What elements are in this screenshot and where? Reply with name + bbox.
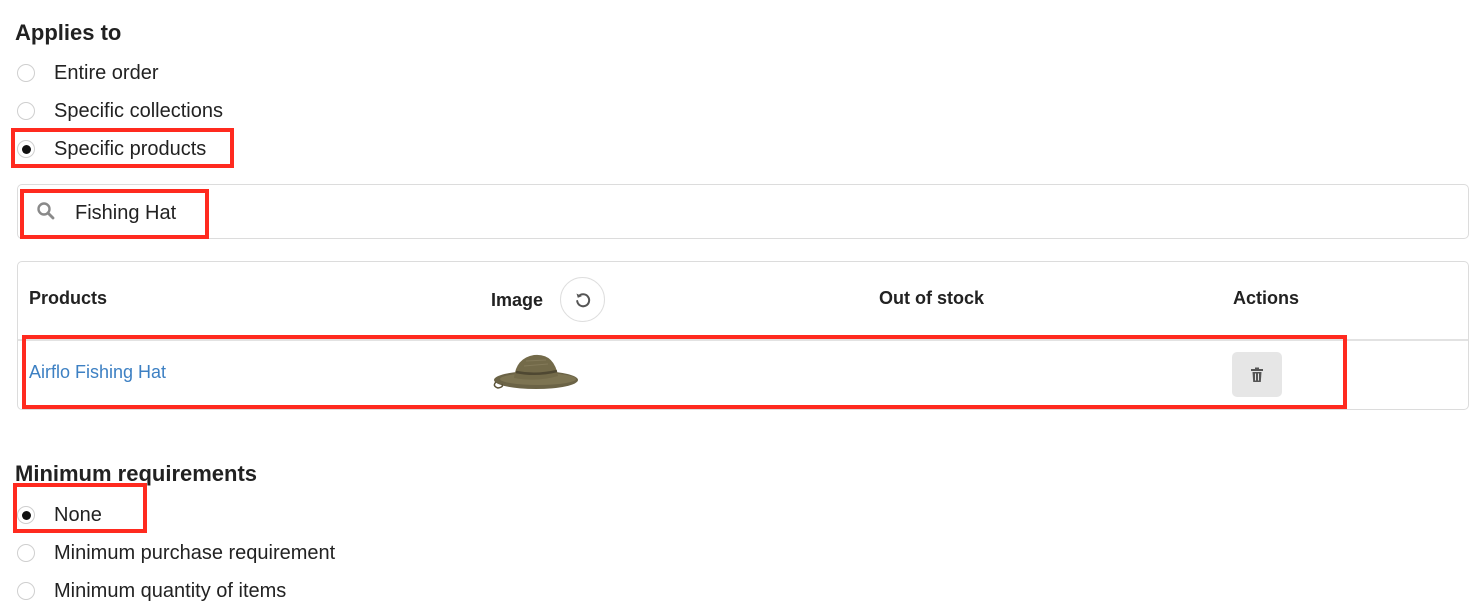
radio-specific-collections[interactable]: Specific collections (17, 98, 223, 124)
radio-label: Entire order (54, 61, 159, 84)
fishing-hat-thumbnail (493, 354, 578, 389)
column-header-image: Image (491, 290, 544, 310)
product-link[interactable]: Airflo Fishing Hat (29, 362, 166, 383)
delete-product-button[interactable] (1232, 352, 1282, 397)
column-header-products: Products (29, 288, 108, 308)
radio-minimum-quantity[interactable]: Minimum quantity of items (17, 578, 286, 604)
radio-minimum-purchase[interactable]: Minimum purchase requirement (17, 540, 335, 566)
radio-button[interactable] (17, 544, 35, 562)
refresh-icon (575, 292, 590, 307)
radio-none[interactable]: None (17, 502, 102, 528)
trash-icon (1251, 367, 1263, 382)
column-header-out-of-stock: Out of stock (879, 288, 985, 308)
radio-label: Minimum quantity of items (54, 579, 287, 602)
radio-label: Specific products (54, 137, 207, 160)
radio-button[interactable] (17, 582, 35, 600)
radio-specific-products[interactable]: Specific products (17, 136, 206, 162)
radio-button-checked[interactable] (17, 140, 35, 158)
radio-label: Specific collections (54, 99, 223, 122)
reset-image-button[interactable] (560, 277, 605, 322)
minimum-requirements-title: Minimum requirements (15, 461, 258, 486)
radio-button[interactable] (17, 64, 35, 82)
applies-to-title: Applies to (15, 20, 122, 45)
column-header-actions: Actions (1233, 288, 1300, 308)
product-search-box[interactable] (17, 184, 1469, 239)
search-input[interactable] (73, 195, 1457, 231)
search-icon (37, 202, 55, 220)
row-divider (18, 339, 1468, 341)
products-table: Products Image Out of stock Actions Airf… (17, 261, 1469, 410)
radio-entire-order[interactable]: Entire order (17, 60, 159, 86)
radio-button-checked[interactable] (17, 506, 35, 524)
radio-label: Minimum purchase requirement (54, 541, 336, 564)
radio-label: None (54, 503, 102, 526)
radio-button[interactable] (17, 102, 35, 120)
